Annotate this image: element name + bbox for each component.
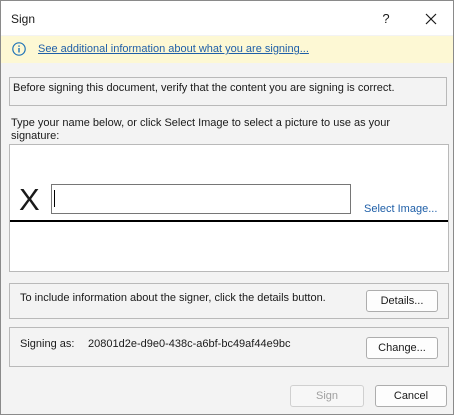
additional-info-link[interactable]: See additional information about what yo… [38, 43, 309, 55]
details-button[interactable]: Details... [366, 290, 438, 312]
signing-as-value: 20801d2e-d9e0-438c-a6bf-bc49af44e9bc [88, 338, 291, 350]
verify-notice: Before signing this document, verify tha… [9, 77, 447, 106]
signature-name-input[interactable] [51, 184, 351, 214]
sign-dialog: Sign ? See additional information about … [0, 0, 454, 415]
select-image-link[interactable]: Select Image... [364, 203, 437, 215]
cancel-button[interactable]: Cancel [375, 385, 447, 407]
signature-instructions: Type your name below, or click Select Im… [11, 117, 391, 142]
info-icon [12, 42, 26, 56]
signature-area: X Select Image... [9, 144, 449, 272]
dialog-title: Sign [11, 12, 36, 26]
help-button[interactable]: ? [375, 9, 397, 29]
title-bar: Sign ? [1, 1, 453, 35]
signing-as-section: Signing as: 20801d2e-d9e0-438c-a6bf-bc49… [9, 327, 449, 367]
signature-line [10, 220, 448, 222]
sign-button[interactable]: Sign [290, 385, 364, 407]
signing-as-label: Signing as: [20, 338, 75, 350]
close-button[interactable] [419, 9, 443, 29]
details-text: To include information about the signer,… [20, 292, 326, 304]
close-icon [425, 13, 437, 25]
signature-x-mark: X [19, 182, 40, 217]
verify-text: Before signing this document, verify tha… [13, 82, 395, 94]
info-bar: See additional information about what yo… [1, 36, 453, 63]
text-caret [54, 190, 55, 207]
signer-details-section: To include information about the signer,… [9, 283, 449, 319]
change-button[interactable]: Change... [366, 337, 438, 359]
